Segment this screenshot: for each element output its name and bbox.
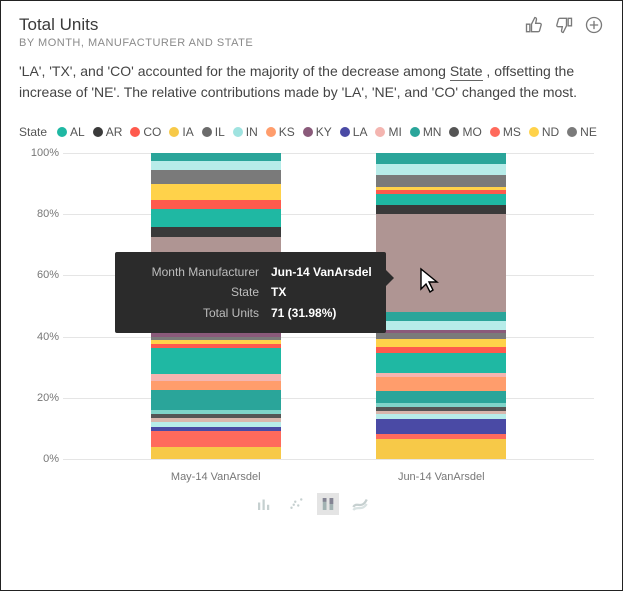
legend-swatch-icon [169,127,179,137]
legend-swatch-icon [340,127,350,137]
cursor-icon [419,267,441,293]
tooltip-key-0: Month Manufacturer [129,262,259,282]
bar-segment[interactable] [376,153,506,164]
bar-segment[interactable] [151,153,281,161]
legend-item-in[interactable]: IN [233,125,258,139]
bar-segment[interactable] [376,194,506,205]
legend-swatch-icon [490,127,500,137]
bar-segment[interactable] [151,447,281,459]
legend-item-ne[interactable]: NE [567,125,597,139]
bar-segment[interactable] [151,184,281,199]
bar-segment[interactable] [376,419,506,434]
tooltip-key-1: State [129,282,259,302]
narrative-text: 'LA', 'TX', and 'CO' accounted for the m… [19,61,604,103]
header-row: Total Units BY MONTH, MANUFACTURER AND S… [19,15,604,49]
legend-item-ar[interactable]: AR [93,125,123,139]
chart-area: 0% 20% 40% 60% 80% 100% May-14 VanArsdel Jun-1… [19,147,604,487]
tooltip-val-0: Jun-14 VanArsdel [271,262,372,282]
bar-segment[interactable] [376,353,506,373]
bar-segment[interactable] [376,164,506,175]
y-axis-label: 0% [19,453,59,465]
legend-item-al[interactable]: AL [57,125,85,139]
legend-item-ks[interactable]: KS [266,125,295,139]
legend-item-la[interactable]: LA [340,125,368,139]
legend-swatch-icon [233,127,243,137]
bar-segment[interactable] [376,205,506,214]
add-icon[interactable] [584,15,604,35]
bar-segment[interactable] [151,209,281,228]
tooltip: Month Manufacturer Jun-14 VanArsdel State… [115,252,386,333]
bar-segment[interactable] [151,170,281,184]
legend: State ALARCOIAILINKSKYLAMIMNMOMSNDNENM ▶ [19,125,604,139]
gridline [63,459,594,460]
legend-title: State [19,125,47,139]
legend-swatch-icon [375,127,385,137]
ribbon-chart-icon[interactable] [349,493,371,515]
bar-segment[interactable] [376,377,506,391]
legend-item-ia[interactable]: IA [169,125,193,139]
legend-item-mi[interactable]: MI [375,125,401,139]
x-axis-label: Jun-14 VanArsdel [376,471,506,483]
legend-item-nd[interactable]: ND [529,125,559,139]
legend-swatch-icon [202,127,212,137]
scatter-chart-icon[interactable] [285,493,307,515]
tooltip-val-2: 71 (31.98%) [271,303,336,323]
legend-swatch-icon [410,127,420,137]
thumbs-down-icon[interactable] [554,15,574,35]
stacked-chart-icon[interactable] [317,493,339,515]
y-axis-label: 40% [19,331,59,343]
tooltip-val-1: TX [271,282,286,302]
legend-swatch-icon [529,127,539,137]
thumbs-up-icon[interactable] [524,15,544,35]
tooltip-key-2: Total Units [129,303,259,323]
bar-chart-icon[interactable] [253,493,275,515]
bar-segment[interactable] [151,348,281,374]
bar-segment[interactable] [376,391,506,403]
legend-swatch-icon [303,127,313,137]
card-title: Total Units [19,15,253,35]
bar-segment[interactable] [151,200,281,209]
bar-segment[interactable] [376,175,506,187]
bar-segment[interactable] [151,381,281,390]
legend-item-il[interactable]: IL [202,125,225,139]
bar-segment[interactable] [376,339,506,347]
x-axis-label: May-14 VanArsdel [151,471,281,483]
legend-swatch-icon [57,127,67,137]
legend-item-ky[interactable]: KY [303,125,332,139]
y-axis-label: 80% [19,208,59,220]
view-switch-bar [19,493,604,515]
bar-segment[interactable] [376,214,506,312]
insight-card: Total Units BY MONTH, MANUFACTURER AND S… [0,0,623,591]
bar-segment[interactable] [151,431,281,446]
legend-item-mo[interactable]: MO [449,125,481,139]
stacked-bar[interactable] [376,153,506,459]
bar-segment[interactable] [376,321,506,330]
legend-swatch-icon [93,127,103,137]
legend-swatch-icon [567,127,577,137]
bar-segment[interactable] [376,312,506,321]
bar-segment[interactable] [151,390,281,410]
x-axis-labels: May-14 VanArsdel Jun-14 VanArsdel [63,471,594,483]
y-axis-label: 60% [19,269,59,281]
legend-item-mn[interactable]: MN [410,125,442,139]
y-axis-label: 100% [19,147,59,159]
narrative-link-state[interactable]: State [450,63,483,81]
legend-swatch-icon [266,127,276,137]
bar-segment[interactable] [376,439,506,459]
legend-swatch-icon [130,127,140,137]
legend-item-co[interactable]: CO [130,125,161,139]
legend-item-ms[interactable]: MS [490,125,521,139]
card-subtitle: BY MONTH, MANUFACTURER AND STATE [19,37,253,49]
narrative-part1: 'LA', 'TX', and 'CO' accounted for the m… [19,63,450,79]
legend-swatch-icon [449,127,459,137]
y-axis-label: 20% [19,392,59,404]
bar-segment[interactable] [151,161,281,170]
bar-segment[interactable] [151,227,281,236]
